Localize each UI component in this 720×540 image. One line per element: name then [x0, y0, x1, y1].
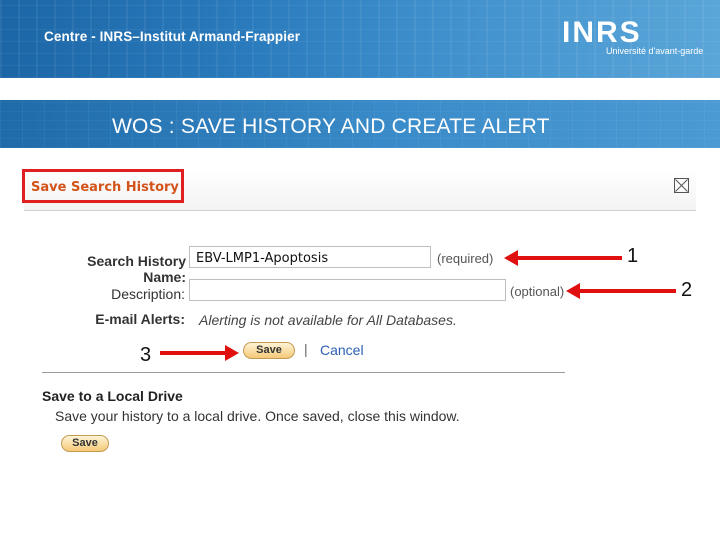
- local-drive-text: Save your history to a local drive. Once…: [55, 408, 460, 424]
- required-hint: (required): [437, 251, 494, 266]
- history-name-input[interactable]: EBV-LMP1-Apoptosis: [189, 246, 431, 268]
- annotation-2: 2: [681, 279, 693, 301]
- header-banner: Centre - INRS–Institut Armand-Frappier I…: [0, 0, 720, 78]
- arrow-3-head: [225, 345, 239, 361]
- cancel-link[interactable]: Cancel: [320, 342, 364, 358]
- description-label: Description:: [111, 286, 185, 302]
- arrow-2-shaft: [580, 289, 676, 293]
- email-alerts-label: E-mail Alerts:: [95, 311, 185, 327]
- slide-title-bar: WOS : SAVE HISTORY AND CREATE ALERT: [0, 100, 720, 148]
- close-icon[interactable]: [674, 178, 689, 193]
- button-separator: |: [304, 341, 308, 357]
- arrow-1-shaft: [518, 256, 622, 260]
- slide-title: WOS : SAVE HISTORY AND CREATE ALERT: [112, 115, 550, 138]
- save-button[interactable]: Save: [243, 342, 295, 359]
- local-save-button[interactable]: Save: [61, 435, 109, 452]
- logo-tagline: Université d'avant-garde: [606, 46, 704, 56]
- description-input[interactable]: [189, 279, 506, 301]
- institution-name: Centre - INRS–Institut Armand-Frappier: [44, 29, 301, 44]
- annotation-1: 1: [627, 245, 639, 267]
- name-label: Search History Name:: [87, 253, 186, 285]
- local-drive-title: Save to a Local Drive: [42, 388, 183, 404]
- inrs-logo: INRS: [562, 16, 642, 49]
- annotation-3: 3: [140, 344, 152, 366]
- arrow-1-head: [504, 250, 518, 266]
- title-highlight-box: [22, 169, 184, 203]
- section-divider: [42, 372, 565, 373]
- alerts-note: Alerting is not available for All Databa…: [199, 312, 457, 328]
- header-spacer: [0, 78, 720, 100]
- arrow-2-head: [566, 283, 580, 299]
- arrow-3-shaft: [160, 351, 226, 355]
- optional-hint: (optional): [510, 284, 565, 299]
